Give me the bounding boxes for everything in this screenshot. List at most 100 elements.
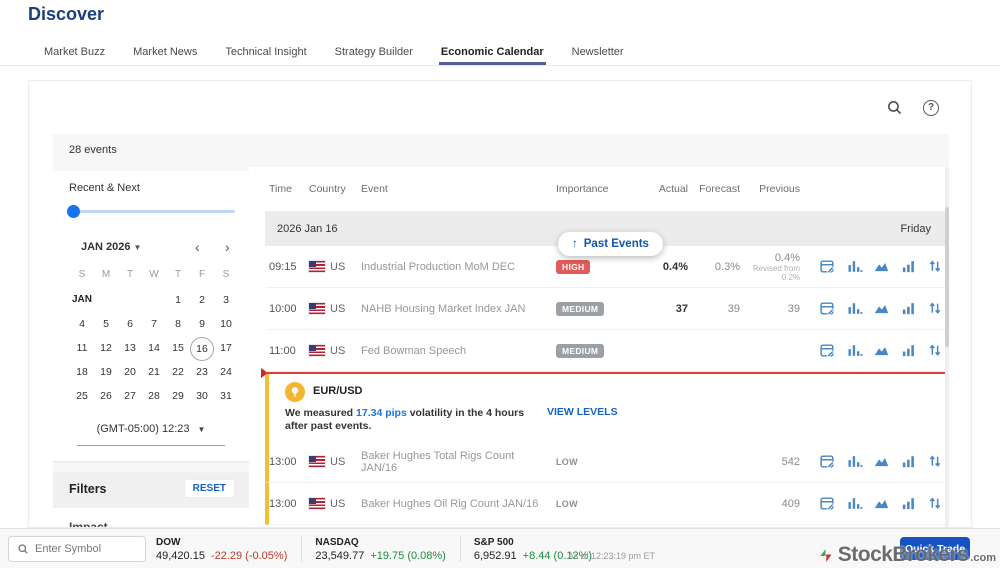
calendar-day[interactable]: 30: [190, 385, 214, 409]
calendar-day[interactable]: 15: [166, 337, 190, 361]
event-time: 09:15: [269, 260, 297, 273]
calendar-day[interactable]: 7: [142, 313, 166, 337]
calendar-edit-icon[interactable]: [819, 453, 836, 470]
market-ticker-bar: DOW49,420.15-22.29 (-0.05%)NASDAQ23,549.…: [0, 528, 1000, 568]
tab-market-buzz[interactable]: Market Buzz: [42, 40, 107, 65]
calendar-edit-icon[interactable]: [819, 300, 836, 317]
prev-month-button[interactable]: ‹: [195, 239, 200, 255]
column-chart-icon[interactable]: [900, 495, 917, 512]
event-row[interactable]: 13:00 US Baker Hughes Oil Rig Count JAN/16…: [265, 483, 949, 525]
month-selector[interactable]: JAN 2026 ▼: [81, 241, 141, 253]
search-icon[interactable]: [886, 99, 903, 116]
calendar-day[interactable]: 26: [94, 385, 118, 409]
country-code: US: [330, 260, 346, 273]
calendar-day[interactable]: 25: [70, 385, 94, 409]
symbol-search-box[interactable]: [8, 536, 146, 562]
bar-chart-icon[interactable]: [846, 495, 863, 512]
tab-economic-calendar[interactable]: Economic Calendar: [438, 40, 546, 65]
scrollbar[interactable]: [945, 167, 949, 527]
recent-next-slider[interactable]: [67, 205, 235, 218]
help-icon[interactable]: ?: [923, 99, 939, 116]
us-flag-icon: [309, 498, 325, 509]
month-cell-label: JAN: [71, 294, 92, 305]
volatility-body: EUR/USD We measured 17.34 pips volatility…: [285, 382, 535, 433]
previous-value: 39: [787, 302, 800, 315]
bar-chart-icon[interactable]: [846, 300, 863, 317]
calendar-day[interactable]: 14: [142, 337, 166, 361]
column-header-forecast: Forecast: [699, 183, 740, 195]
bar-chart-icon[interactable]: [846, 258, 863, 275]
view-levels-link[interactable]: VIEW LEVELS: [547, 406, 618, 418]
volatility-head: EUR/USD: [285, 382, 535, 402]
scrollbar-thumb[interactable]: [945, 207, 949, 347]
event-row[interactable]: 10:00 US NAHB Housing Market Index JAN MEDI…: [265, 288, 949, 330]
event-row[interactable]: 13:00 US Baker Hughes Total Rigs Count JAN…: [265, 441, 949, 483]
calendar-day[interactable]: 11: [70, 337, 94, 361]
calendar-day: [142, 289, 166, 313]
tab-technical-insight[interactable]: Technical Insight: [223, 40, 308, 65]
sort-arrows-icon[interactable]: [927, 453, 944, 470]
calendar-day[interactable]: 17: [214, 337, 238, 361]
area-chart-icon[interactable]: [873, 453, 890, 470]
calendar-edit-icon[interactable]: [819, 258, 836, 275]
timezone-selector[interactable]: (GMT-05:00) 12:23 ▼: [77, 419, 225, 446]
event-row[interactable]: 11:00 US Fed Bowman Speech MEDIUM: [265, 330, 949, 372]
calendar-day[interactable]: 22: [166, 361, 190, 385]
slider-thumb[interactable]: [67, 205, 80, 218]
calendar-day[interactable]: 27: [118, 385, 142, 409]
sort-arrows-icon[interactable]: [927, 342, 944, 359]
calendar-day[interactable]: 9: [190, 313, 214, 337]
calendar-week-row: 11 12 13 14 15 16 17: [70, 337, 238, 361]
calendar-day[interactable]: 1: [166, 289, 190, 313]
past-events-button[interactable]: ↑ Past Events: [558, 232, 663, 256]
calendar-day[interactable]: 4: [70, 313, 94, 337]
area-chart-icon[interactable]: [873, 495, 890, 512]
calendar-day[interactable]: 18: [70, 361, 94, 385]
tab-newsletter[interactable]: Newsletter: [570, 40, 626, 65]
calendar-day[interactable]: 6: [118, 313, 142, 337]
calendar-day[interactable]: 2: [190, 289, 214, 313]
calendar-day[interactable]: 21: [142, 361, 166, 385]
calendar-day[interactable]: 23: [190, 361, 214, 385]
calendar-day[interactable]: 5: [94, 313, 118, 337]
calendar-day[interactable]: 12: [94, 337, 118, 361]
calendar-day[interactable]: 20: [118, 361, 142, 385]
column-chart-icon[interactable]: [900, 453, 917, 470]
area-chart-icon[interactable]: [873, 342, 890, 359]
calendar-edit-icon[interactable]: [819, 342, 836, 359]
reset-filters-button[interactable]: RESET: [183, 479, 235, 498]
sort-arrows-icon[interactable]: [927, 495, 944, 512]
sort-arrows-icon[interactable]: [927, 258, 944, 275]
calendar-day[interactable]: 29: [166, 385, 190, 409]
area-chart-icon[interactable]: [873, 300, 890, 317]
sort-arrows-icon[interactable]: [927, 300, 944, 317]
calendar-day[interactable]: 3: [214, 289, 238, 313]
next-month-button[interactable]: ›: [225, 239, 230, 255]
column-chart-icon[interactable]: [900, 258, 917, 275]
tab-strategy-builder[interactable]: Strategy Builder: [333, 40, 415, 65]
importance-badge: LOW: [556, 498, 578, 509]
area-chart-icon[interactable]: [873, 258, 890, 275]
previous-value: 0.4% Revised from 0.2%: [740, 252, 800, 282]
calendar-day[interactable]: 19: [94, 361, 118, 385]
tab-market-news[interactable]: Market News: [131, 40, 199, 65]
calendar-day[interactable]: 13: [118, 337, 142, 361]
bar-chart-icon[interactable]: [846, 453, 863, 470]
bar-chart-icon[interactable]: [846, 342, 863, 359]
column-chart-icon[interactable]: [900, 300, 917, 317]
country-code: US: [330, 455, 346, 468]
calendar-day[interactable]: 24: [214, 361, 238, 385]
symbol-search-input[interactable]: [35, 543, 137, 555]
arrow-up-icon: ↑: [572, 238, 578, 250]
stockbrokers-logo-icon: [818, 547, 836, 565]
calendar-day[interactable]: 31: [214, 385, 238, 409]
us-flag-icon: [309, 456, 325, 467]
calendar-day[interactable]: 10: [214, 313, 238, 337]
calendar-edit-icon[interactable]: [819, 495, 836, 512]
watermark-text: StockBrokers: [837, 543, 969, 566]
calendar-day[interactable]: 28: [142, 385, 166, 409]
column-chart-icon[interactable]: [900, 342, 917, 359]
calendar-day[interactable]: 8: [166, 313, 190, 337]
calendar-day-selected[interactable]: 16: [190, 337, 214, 361]
filters-title: Filters: [69, 482, 107, 496]
